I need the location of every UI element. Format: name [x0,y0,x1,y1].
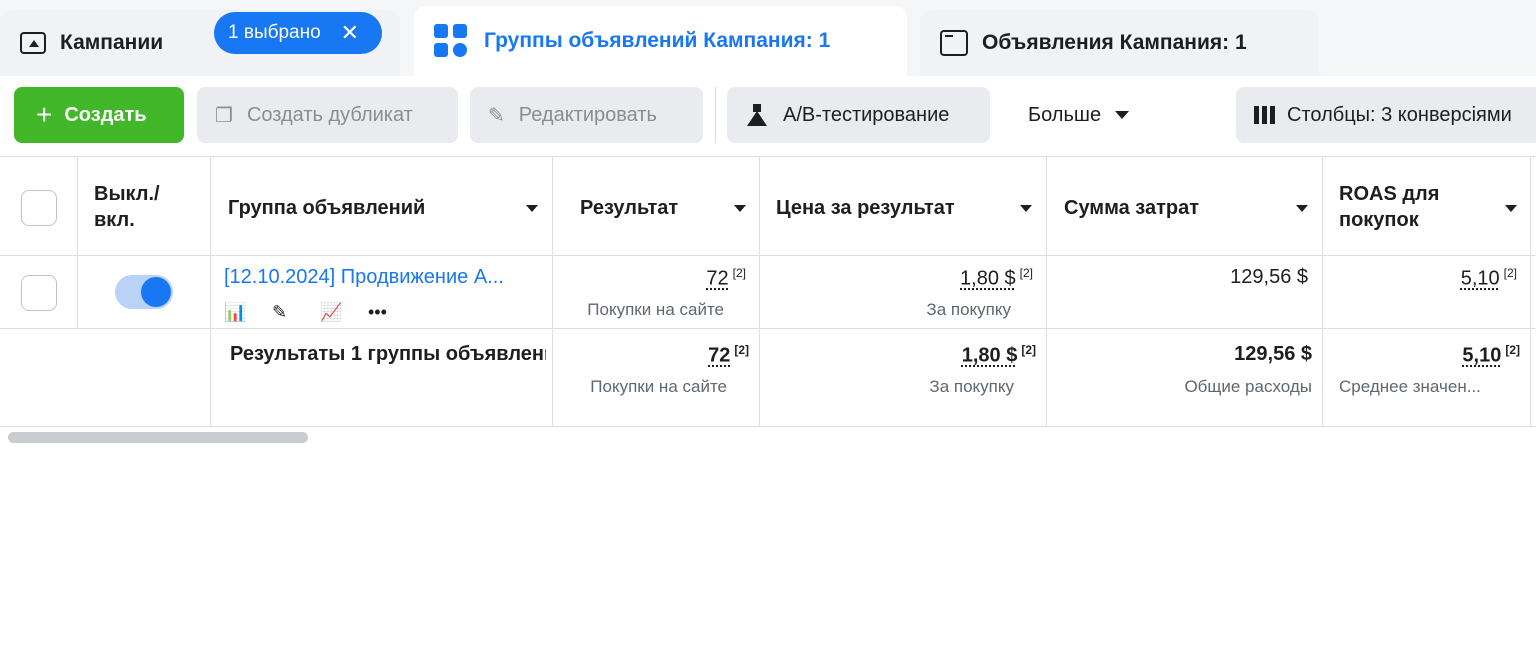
toolbar-divider [715,87,716,143]
column-divider [552,156,553,427]
total-label: Результаты 1 группы объявлений [230,343,546,365]
table-header-row: Выкл./ вкл. Группа объявлений Результат … [0,156,1536,256]
total-cost-value: 1,80 $ [2] [962,343,1036,368]
plus-icon: + [36,99,53,130]
tab-adsets[interactable]: Группы объявлений Кампания: 1 [414,6,907,76]
total-spend-value: 129,56 $ [1234,343,1312,365]
total-roas-value: 5,10 [2] [1462,343,1520,368]
duplicate-icon: ❐ [215,104,233,127]
result-number[interactable]: 72 [706,268,728,290]
result-subtitle: Покупки на сайте [587,300,724,319]
roas-footnote[interactable]: [2] [1504,266,1517,280]
row-checkbox[interactable] [21,275,57,311]
sort-caret-icon[interactable] [1020,205,1032,212]
select-all-checkbox[interactable] [21,190,57,226]
total-roas-number[interactable]: 5,10 [1462,345,1501,367]
chevron-down-icon [1115,111,1130,119]
roas-value: 5,10 [2] [1461,266,1517,291]
total-spend-subtitle: Общие расходы [1184,377,1312,396]
tab-ads-label: Объявления Кампания: 1 [982,31,1247,54]
total-result-number[interactable]: 72 [708,345,730,367]
sort-caret-icon[interactable] [734,205,746,212]
create-button[interactable]: + Создать [14,87,184,143]
adset-grid-icon [434,24,468,58]
result-footnote[interactable]: [2] [733,266,746,280]
campaign-folder-icon [20,32,46,54]
column-divider [759,156,760,427]
cost-number[interactable]: 1,80 $ [960,268,1016,290]
flask-icon [747,104,767,126]
sort-caret-icon[interactable] [526,205,538,212]
tab-bar: Кампании 1 выбрано ✕ Группы объявлений К… [0,0,1536,76]
total-cost-footnote[interactable]: [2] [1021,343,1036,357]
cost-subtitle: За покупку [926,300,1011,319]
column-divider [1046,156,1047,427]
chart-icon[interactable]: 📊 [224,302,272,323]
toggle-knob [141,277,171,307]
total-result-subtitle: Покупки на сайте [590,377,727,396]
header-cost-per-result[interactable]: Цена за результат [776,195,1006,221]
duplicate-button-label: Создать дубликат [246,103,413,126]
ab-test-button-label: A/B-тестирование [783,103,950,126]
more-button-label: Больше [1028,103,1102,126]
column-divider [77,156,78,329]
pencil-icon[interactable]: ✎ [272,302,320,323]
toolbar: + Создать ❐ Создать дубликат ✎ Редактиро… [0,76,1536,156]
trend-icon[interactable]: 📈 [320,302,368,323]
total-result-value: 72 [2] [708,343,749,368]
cost-value: 1,80 $ [2] [960,266,1033,291]
header-roas[interactable]: ROAS для покупок [1339,181,1489,233]
create-button-label: Создать [64,103,147,126]
total-roas-footnote[interactable]: [2] [1505,343,1520,357]
total-result-footnote[interactable]: [2] [734,343,749,357]
header-onoff[interactable]: Выкл./ вкл. [94,181,204,233]
more-button[interactable]: Больше [1012,87,1152,143]
roas-number[interactable]: 5,10 [1461,268,1500,290]
cost-footnote[interactable]: [2] [1020,266,1033,280]
spend-value: 129,56 $ [1230,266,1308,288]
result-value: 72 [2] [706,266,746,291]
column-divider [1322,156,1323,427]
edit-button[interactable]: ✎ Редактировать [470,87,703,143]
tab-ads[interactable]: Объявления Кампания: 1 [920,10,1319,76]
tab-campaigns-label: Кампании [60,31,164,54]
more-dots-icon[interactable]: ••• [368,302,416,323]
selected-count-label: 1 выбрано [228,22,321,43]
tab-adsets-label: Группы объявлений Кампания: 1 [484,29,831,52]
table-row: [12.10.2024] Продвижение A... 📊 ✎ 📈 ••• … [0,256,1536,329]
column-divider [210,156,211,427]
sort-caret-icon[interactable] [1296,205,1308,212]
total-cost-subtitle: За покупку [929,377,1014,396]
columns-button[interactable]: Столбцы: 3 конверсiями [1236,87,1536,143]
header-result[interactable]: Результат [580,195,720,221]
pencil-icon: ✎ [488,104,505,127]
header-adset-name[interactable]: Группа объявлений [228,195,518,221]
columns-icon [1254,106,1275,124]
row-actions: 📊 ✎ 📈 ••• [224,302,416,323]
column-divider [1530,156,1531,427]
clear-selection-icon[interactable]: ✕ [341,20,359,46]
ab-test-button[interactable]: A/B-тестирование [727,87,990,143]
total-roas-subtitle: Среднее значен... [1339,377,1481,396]
duplicate-button[interactable]: ❐ Создать дубликат [197,87,458,143]
adset-toggle[interactable] [115,275,173,309]
ad-window-icon [940,30,968,56]
columns-button-label: Столбцы: 3 конверсiями [1287,103,1512,126]
sort-caret-icon[interactable] [1505,205,1517,212]
selected-count-chip[interactable]: 1 выбрано ✕ [214,12,382,54]
horizontal-scrollbar[interactable] [8,432,308,443]
header-spend[interactable]: Сумма затрат [1064,195,1284,221]
total-cost-number[interactable]: 1,80 $ [962,345,1018,367]
edit-button-label: Редактировать [518,103,657,126]
table-total-row: Результаты 1 группы объявлений 72 [2] Пок… [0,329,1536,427]
adset-name-link[interactable]: [12.10.2024] Продвижение A... [224,266,534,289]
